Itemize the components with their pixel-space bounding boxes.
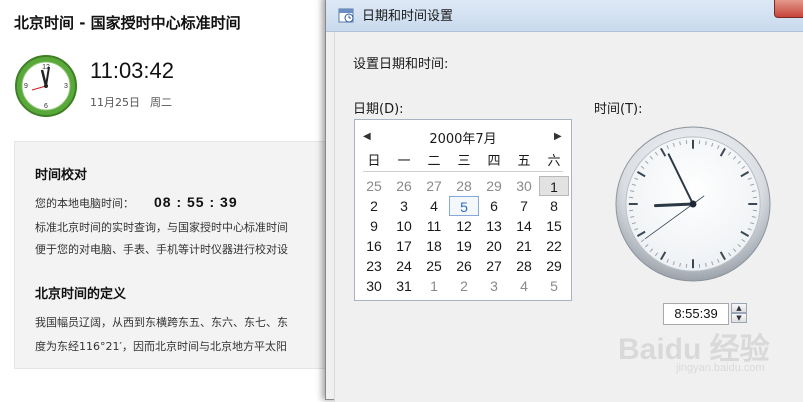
calendar-day[interactable]: 16 xyxy=(359,236,389,256)
calendar-day[interactable]: 11 xyxy=(419,216,449,236)
baidu-watermark: Baidu 经验 jingyan.baidu.com xyxy=(618,324,798,384)
definition-text-line: 度为东经116°21′，因而北京时间与北京地方平太阳 xyxy=(35,338,287,354)
page-title: 北京时间 - 国家授时中心标准时间 xyxy=(14,12,241,33)
current-date: 11月25日 xyxy=(90,96,140,109)
calibration-text-line: 标准北京时间的实时查询，与国家授时中心标准时间 xyxy=(35,219,288,235)
current-date-line: 11月25日周二 xyxy=(90,94,172,110)
local-time-value: 08 : 55 : 39 xyxy=(154,194,238,210)
calendar-day[interactable]: 5 xyxy=(539,276,569,296)
calendar-day[interactable]: 29 xyxy=(539,256,569,276)
weekday-label: 日 xyxy=(359,152,389,172)
calendar-day[interactable]: 15 xyxy=(539,216,569,236)
calendar-day[interactable]: 18 xyxy=(419,236,449,256)
calendar-day[interactable]: 28 xyxy=(449,176,479,196)
calendar-day[interactable]: 12 xyxy=(449,216,479,236)
weekday-label: 二 xyxy=(419,152,449,172)
instruction-label: 设置日期和时间: xyxy=(353,53,448,72)
calibration-heading: 时间校对 xyxy=(35,164,87,183)
calendar-week-row: 23 24 25 26 27 28 29 xyxy=(359,256,569,276)
calibration-text-line: 便于您的对电脑、手表、手机等计时仪器进行校对设 xyxy=(35,241,288,257)
calendar-day[interactable]: 27 xyxy=(419,176,449,196)
calendar-day[interactable]: 3 xyxy=(389,196,419,216)
calendar-month-title[interactable]: 2000年7月 xyxy=(355,128,571,147)
watermark-url: jingyan.baidu.com xyxy=(676,362,765,374)
weekday-label: 一 xyxy=(389,152,419,172)
calendar-day[interactable]: 25 xyxy=(419,256,449,276)
calendar-day[interactable]: 22 xyxy=(539,236,569,256)
calendar-day[interactable]: 20 xyxy=(479,236,509,256)
time-increase-button[interactable]: ▲ xyxy=(731,303,747,313)
calendar-picker[interactable]: ◀ 2000年7月 ▶ 日 一 二 三 四 五 六 25 26 27 28 29… xyxy=(354,119,572,301)
calendar-day[interactable]: 28 xyxy=(509,256,539,276)
calendar-day[interactable]: 19 xyxy=(449,236,479,256)
local-time-row: 您的本地电脑时间： 08 : 55 : 39 xyxy=(35,194,238,211)
svg-text:3: 3 xyxy=(64,83,68,90)
calendar-day-selected[interactable]: 1 xyxy=(539,176,569,196)
calendar-day[interactable]: 4 xyxy=(419,196,449,216)
hour-hand xyxy=(656,204,693,206)
calendar-week-row: 30 31 1 2 3 4 5 xyxy=(359,276,569,296)
close-button[interactable] xyxy=(774,0,803,18)
calendar-day[interactable]: 25 xyxy=(359,176,389,196)
calendar-day[interactable]: 26 xyxy=(449,256,479,276)
calendar-day[interactable]: 17 xyxy=(389,236,419,256)
calendar-day[interactable]: 13 xyxy=(479,216,509,236)
weekday-label: 六 xyxy=(539,152,569,172)
calendar-clock-icon xyxy=(338,7,354,23)
calendar-day[interactable]: 26 xyxy=(389,176,419,196)
calendar-day[interactable]: 27 xyxy=(479,256,509,276)
calendar-day-today[interactable]: 5 xyxy=(449,196,479,216)
calendar-day[interactable]: 2 xyxy=(449,276,479,296)
time-decrease-button[interactable]: ▼ xyxy=(731,313,747,323)
calendar-day[interactable]: 29 xyxy=(479,176,509,196)
weekday-label: 三 xyxy=(449,152,479,172)
weekday-label: 四 xyxy=(479,152,509,172)
dialog-titlebar[interactable]: 日期和时间设置 xyxy=(326,0,803,32)
weekday-header: 日 一 二 三 四 五 六 xyxy=(359,152,569,172)
definition-text-line: 我国幅员辽阔，从西到东横跨东五、东六、东七、东 xyxy=(35,314,288,330)
svg-text:6: 6 xyxy=(44,103,48,110)
calendar-week-row: 2 3 4 5 6 7 8 xyxy=(359,196,569,216)
calendar-day[interactable]: 9 xyxy=(359,216,389,236)
calendar-week-row: 9 10 11 12 13 14 15 xyxy=(359,216,569,236)
calendar-day[interactable]: 24 xyxy=(389,256,419,276)
calendar-day[interactable]: 31 xyxy=(389,276,419,296)
calendar-day[interactable]: 2 xyxy=(359,196,389,216)
calendar-day[interactable]: 7 xyxy=(509,196,539,216)
calendar-day[interactable]: 23 xyxy=(359,256,389,276)
dialog-title: 日期和时间设置 xyxy=(362,5,453,24)
calendar-day[interactable]: 4 xyxy=(509,276,539,296)
info-panel: 时间校对 您的本地电脑时间： 08 : 55 : 39 标准北京时间的实时查询，与… xyxy=(14,141,346,369)
calendar-day[interactable]: 6 xyxy=(479,196,509,216)
calendar-day[interactable]: 8 xyxy=(539,196,569,216)
time-input[interactable]: 8:55:39 xyxy=(663,303,729,325)
next-month-button[interactable]: ▶ xyxy=(554,131,562,142)
calendar-day[interactable]: 10 xyxy=(389,216,419,236)
svg-text:9: 9 xyxy=(24,83,28,90)
calendar-day[interactable]: 30 xyxy=(359,276,389,296)
date-label: 日期(D): xyxy=(353,98,404,117)
analog-clock-face xyxy=(614,125,772,283)
time-webpage: 北京时间 - 国家授时中心标准时间 12 3 6 9 11:03:42 11月2… xyxy=(0,0,330,395)
calendar-grid: 日 一 二 三 四 五 六 25 26 27 28 29 30 1 2 3 xyxy=(359,152,569,296)
calendar-day[interactable]: 14 xyxy=(509,216,539,236)
calendar-week-row: 16 17 18 19 20 21 22 xyxy=(359,236,569,256)
calendar-week-row: 25 26 27 28 29 30 1 xyxy=(359,176,569,196)
time-label: 时间(T): xyxy=(594,98,642,117)
definition-heading: 北京时间的定义 xyxy=(35,283,126,302)
calendar-day[interactable]: 1 xyxy=(419,276,449,296)
weekday-label: 五 xyxy=(509,152,539,172)
current-time: 11:03:42 xyxy=(90,58,174,84)
calendar-day[interactable]: 30 xyxy=(509,176,539,196)
calendar-day[interactable]: 21 xyxy=(509,236,539,256)
analog-clock-icon: 12 3 6 9 xyxy=(14,54,78,118)
current-weekday: 周二 xyxy=(150,96,172,109)
calendar-day[interactable]: 3 xyxy=(479,276,509,296)
local-time-label: 您的本地电脑时间： xyxy=(35,197,134,210)
